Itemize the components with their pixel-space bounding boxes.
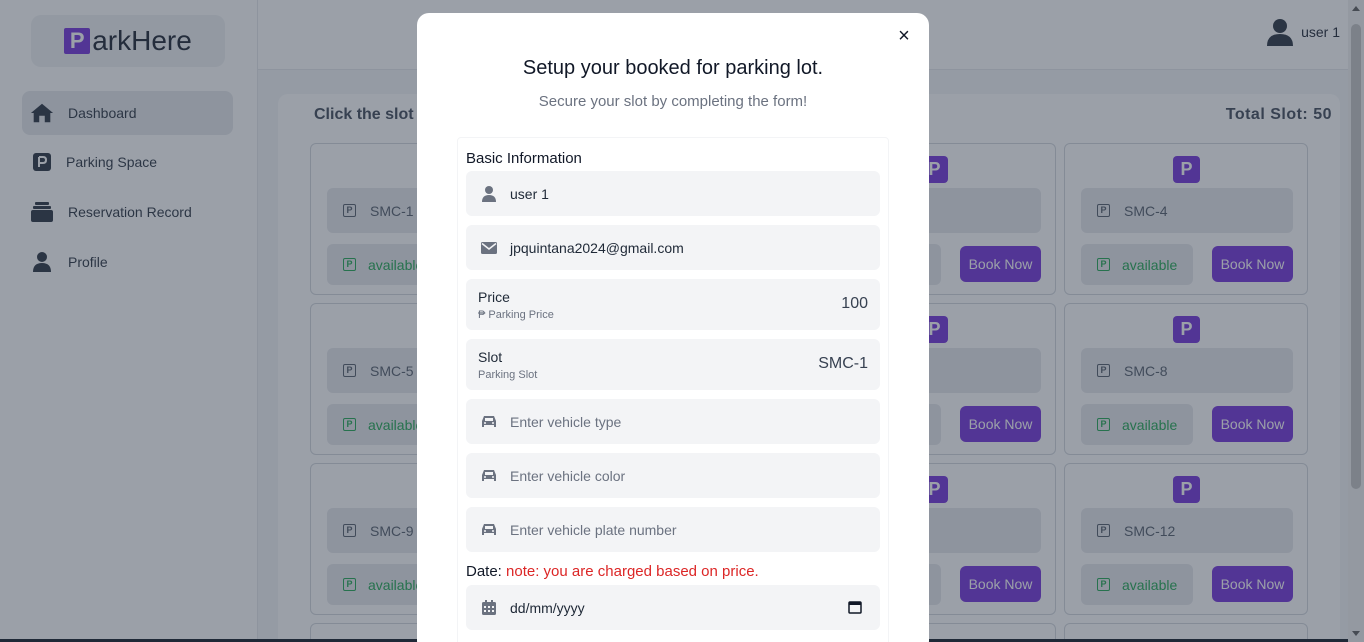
slot-sublabel: Parking Slot xyxy=(478,369,538,381)
date-label-row: Date: note: you are charged based on pri… xyxy=(466,563,759,580)
car-icon xyxy=(480,521,498,539)
user-icon xyxy=(480,185,498,203)
calendar-icon xyxy=(480,599,498,617)
price-field: Price ₱ Parking Price 100 xyxy=(466,279,880,330)
email-field: jpquintana2024@gmail.com xyxy=(466,225,880,270)
vehicle-type-field[interactable] xyxy=(466,399,880,444)
username-field: user 1 xyxy=(466,171,880,216)
car-icon xyxy=(480,467,498,485)
date-note: note: you are charged based on price. xyxy=(506,563,759,580)
price-value: 100 xyxy=(841,295,868,312)
slot-label: Slot xyxy=(478,349,503,365)
username-value: user 1 xyxy=(510,185,549,202)
booking-form: Basic Information user 1 jpquintana2024@… xyxy=(457,137,889,642)
car-icon xyxy=(480,413,498,431)
modal-subtitle: Secure your slot by completing the form! xyxy=(538,93,808,110)
section-title: Basic Information xyxy=(466,150,582,167)
calendar-picker-icon[interactable] xyxy=(848,600,862,614)
price-label: Price xyxy=(478,289,510,305)
vehicle-color-input[interactable] xyxy=(510,467,850,484)
plate-number-field[interactable] xyxy=(466,507,880,552)
modal-title: Setup your booked for parking lot. xyxy=(522,57,824,79)
email-value: jpquintana2024@gmail.com xyxy=(510,239,684,256)
date-input[interactable]: dd/mm/yyyy xyxy=(510,600,585,616)
slot-value: SMC-1 xyxy=(818,355,868,372)
close-icon[interactable]: × xyxy=(895,26,913,46)
envelope-icon xyxy=(480,239,498,257)
date-field[interactable]: dd/mm/yyyy xyxy=(466,585,880,630)
date-label: Date: xyxy=(466,563,502,580)
vehicle-color-field[interactable] xyxy=(466,453,880,498)
booking-modal: × Setup your booked for parking lot. Sec… xyxy=(417,13,929,642)
slot-field: Slot Parking Slot SMC-1 xyxy=(466,339,880,390)
plate-number-input[interactable] xyxy=(510,521,850,538)
vehicle-type-input[interactable] xyxy=(510,413,850,430)
price-sublabel: ₱ Parking Price xyxy=(478,309,554,321)
